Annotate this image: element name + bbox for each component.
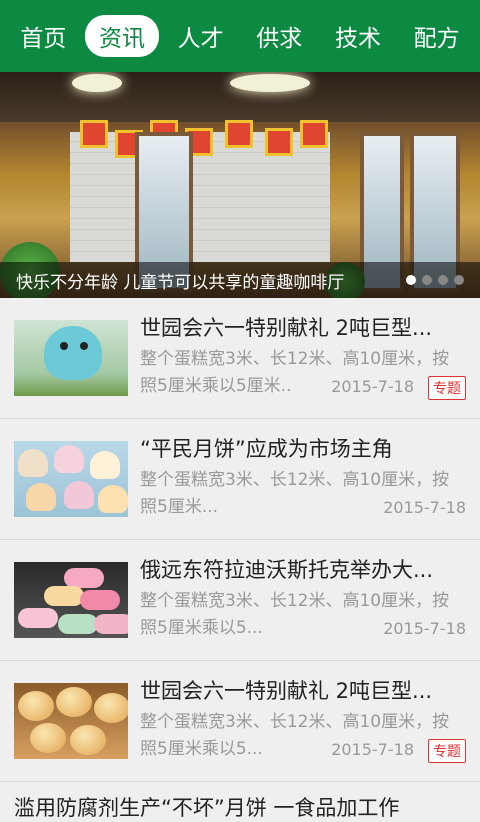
cupcakes-image <box>14 441 128 517</box>
carousel-dot[interactable] <box>406 275 416 285</box>
list-item[interactable]: 世园会六一特别献礼 2吨巨型... 整个蛋糕宽3米、长12米、高10厘米，按照5… <box>0 298 480 419</box>
banner-caption: 快乐不分年龄 儿童节可以共享的童趣咖啡厅 <box>16 272 345 293</box>
list-item[interactable]: 俄远东符拉迪沃斯托克举办大... 整个蛋糕宽3米、长12米、高10厘米，按照5厘… <box>0 540 480 661</box>
top-nav: 首页 资讯 人才 供求 技术 配方 <box>0 0 480 72</box>
wall-frame <box>265 128 293 156</box>
article-date: 2015-7-18 <box>383 498 466 517</box>
article-title: “平民月饼”应成为市场主角 <box>140 437 393 461</box>
topic-badge: 专题 <box>428 376 466 400</box>
wall-frame <box>80 120 108 148</box>
mascot-image <box>14 320 128 396</box>
carousel-dot[interactable] <box>438 275 448 285</box>
wall-frame <box>300 120 328 148</box>
carousel-indicator <box>406 275 464 285</box>
nav-item-news[interactable]: 资讯 <box>84 15 159 57</box>
lamp-image <box>230 74 310 92</box>
nav-item-talent[interactable]: 人才 <box>164 15 238 57</box>
article-date: 2015-7-18 <box>331 377 414 396</box>
wall-frame <box>225 120 253 148</box>
list-item[interactable]: 世园会六一特别献礼 2吨巨型... 整个蛋糕宽3米、长12米、高10厘米，按照5… <box>0 661 480 782</box>
banner-caption-bar: 快乐不分年龄 儿童节可以共享的童趣咖啡厅 <box>0 262 480 298</box>
list-item[interactable]: “平民月饼”应成为市场主角 整个蛋糕宽3米、长12米、高10厘米，按照5厘米..… <box>0 419 480 540</box>
buns-image <box>14 683 128 759</box>
article-date: 2015-7-18 <box>331 740 414 759</box>
carousel-dot[interactable] <box>454 275 464 285</box>
topic-badge: 专题 <box>428 739 466 763</box>
nav-item-technology[interactable]: 技术 <box>321 15 395 57</box>
macarons-image <box>14 562 128 638</box>
banner-carousel[interactable]: 快乐不分年龄 儿童节可以共享的童趣咖啡厅 <box>0 72 480 298</box>
article-summary: 整个蛋糕宽3米、长12米、高10厘米，按照5厘米乘以5厘米.. <box>140 349 450 396</box>
nav-item-home[interactable]: 首页 <box>6 15 80 57</box>
article-list: 世园会六一特别献礼 2吨巨型... 整个蛋糕宽3米、长12米、高10厘米，按照5… <box>0 298 480 822</box>
article-date: 2015-7-18 <box>383 619 466 638</box>
article-summary: 整个蛋糕宽3米、长12米、高10厘米，按照5厘米乘以5... <box>140 712 450 759</box>
article-title: 世园会六一特别献礼 2吨巨型... <box>140 679 433 703</box>
article-title: 俄远东符拉迪沃斯托克举办大... <box>140 558 434 582</box>
nav-item-recipe[interactable]: 配方 <box>400 15 474 57</box>
nav-item-supply[interactable]: 供求 <box>242 15 316 57</box>
lamp-image <box>72 74 122 92</box>
list-item-partial-title[interactable]: 滥用防腐剂生产“不坏”月饼 一食品加工作 <box>0 782 480 822</box>
carousel-dot[interactable] <box>422 275 432 285</box>
article-title: 世园会六一特别献礼 2吨巨型... <box>140 316 433 340</box>
